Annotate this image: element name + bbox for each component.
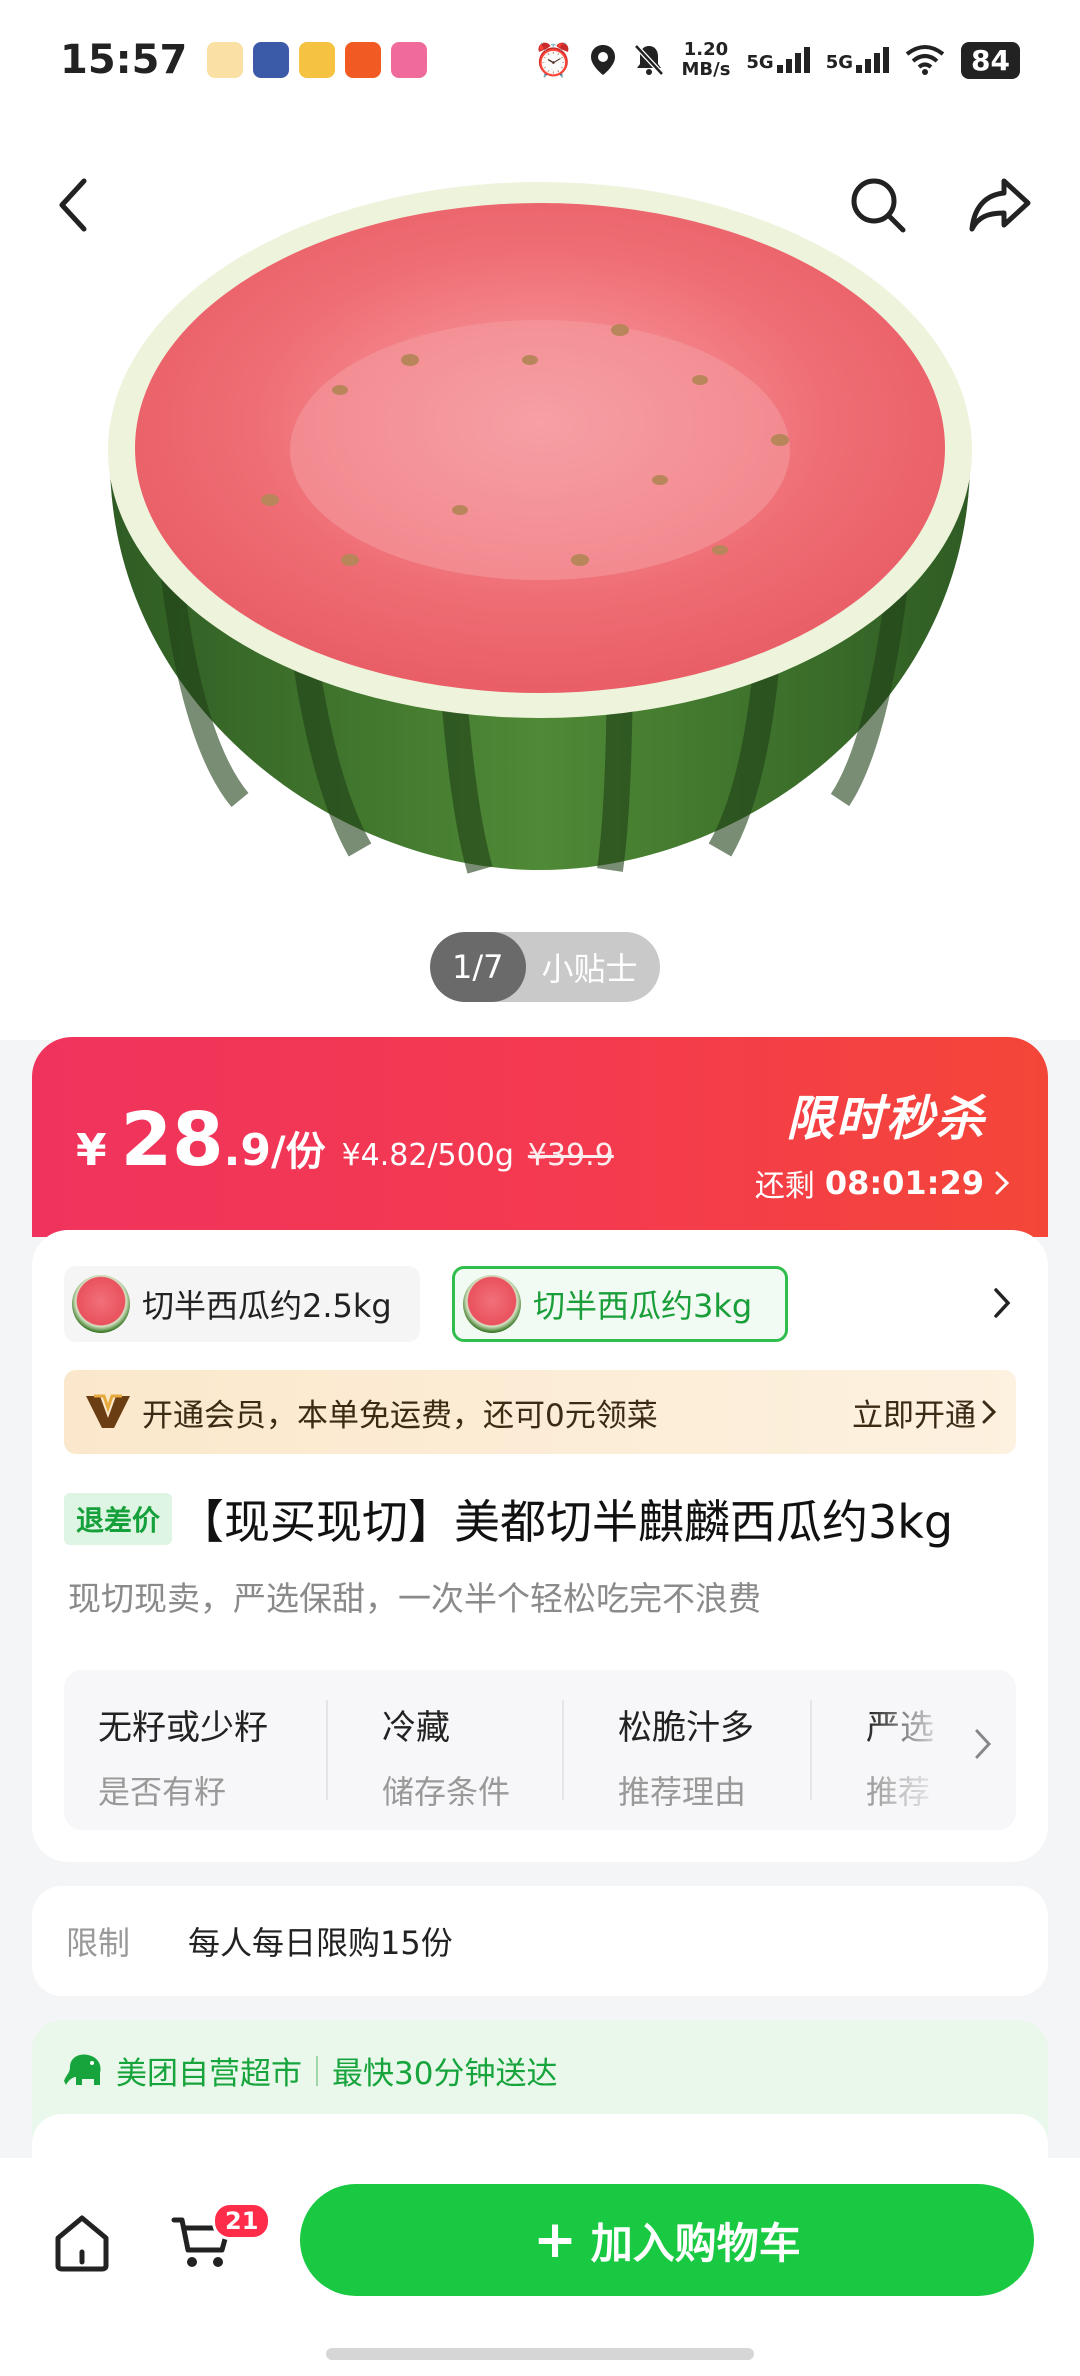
flash-sale-countdown[interactable]: 还剩 08:01:29 xyxy=(755,1161,1010,1205)
gesture-handle[interactable] xyxy=(326,2348,754,2360)
product-gallery[interactable]: 1/7 小贴士 xyxy=(0,120,1080,1040)
more-variants-button[interactable] xyxy=(992,1286,1012,1324)
variant-label: 切半西瓜约2.5kg xyxy=(142,1287,392,1325)
attribute-key: 推荐理由 xyxy=(618,1773,747,1811)
attribute-key: 储存条件 xyxy=(382,1773,511,1811)
watermelon-image xyxy=(108,182,972,874)
battery-indicator: 84 xyxy=(961,41,1020,79)
home-icon xyxy=(55,2215,109,2272)
refund-difference-badge: 退差价 xyxy=(64,1493,173,1545)
notification-icons xyxy=(207,42,428,78)
price-decimal: .9 xyxy=(223,1125,271,1176)
attribute-value: 松脆汁多 xyxy=(618,1708,754,1748)
mute-bell-icon xyxy=(634,44,665,76)
original-price: ¥39.9 xyxy=(527,1138,614,1173)
plus-icon: + xyxy=(533,2210,577,2270)
product-title-row: 退差价 【现买现切】美都切半麒麟西瓜约3kg xyxy=(64,1486,1024,1552)
attribute-item: 冷藏 储存条件 xyxy=(382,1700,510,1813)
chevron-right-icon xyxy=(995,1171,1010,1195)
variant-thumbnail xyxy=(72,1275,130,1333)
pager-count: 1/7 xyxy=(430,932,526,1002)
remaining-label: 还剩 xyxy=(754,1169,815,1204)
signal-1-label: 5G xyxy=(746,52,774,73)
gallery-pager[interactable]: 1/7 小贴士 xyxy=(430,932,660,1002)
cart-button[interactable]: 21 xyxy=(170,2202,272,2276)
chevron-right-icon xyxy=(975,1729,992,1759)
tips-button[interactable]: 小贴士 xyxy=(526,944,660,990)
network-speed: 1.20 MB/s xyxy=(681,40,730,80)
signal-bars-icon xyxy=(776,47,810,73)
variant-option-3kg[interactable]: 切半西瓜约3kg xyxy=(452,1266,788,1342)
location-icon xyxy=(591,45,616,75)
elephant-logo-icon xyxy=(64,2054,101,2085)
product-info-card: 切半西瓜约2.5kg 切半西瓜约3kg 开通会员，本单免运费，还可0元领菜 立即… xyxy=(32,1230,1048,1862)
price-unit: /份 xyxy=(270,1129,326,1175)
limit-text: 每人每日限购15份 xyxy=(188,1924,453,1962)
alarm-icon: ⏰ xyxy=(533,41,574,79)
membership-text: 开通会员，本单免运费，还可0元领菜 xyxy=(142,1397,658,1434)
more-attributes-button[interactable] xyxy=(974,1728,992,1764)
unit-price: ¥4.82/500g xyxy=(341,1138,514,1173)
attribute-value: 无籽或少籽 xyxy=(98,1708,268,1748)
signal-bars-icon xyxy=(856,47,890,73)
store-name: 美团自营超市 xyxy=(116,2056,302,2092)
attribute-value: 冷藏 xyxy=(382,1708,450,1748)
signal-1: 5G xyxy=(746,47,810,73)
cart-count-badge: 21 xyxy=(212,2202,272,2240)
attribute-item: 无籽或少籽 是否有籽 xyxy=(98,1700,268,1813)
membership-cta-label: 立即开通 xyxy=(852,1397,976,1434)
open-membership-button[interactable]: 立即开通 xyxy=(852,1390,996,1435)
chevron-right-icon xyxy=(982,1400,996,1424)
price-row: ¥ 28 .9 /份 ¥4.82/500g ¥39.9 xyxy=(76,1097,614,1183)
bilibili-app-icon xyxy=(391,42,428,78)
wifi-icon xyxy=(905,45,945,75)
variant-thumbnail xyxy=(463,1275,521,1333)
chevron-left-icon xyxy=(59,178,87,232)
status-bar: 15:57 ⏰ 1.20 MB/s 5G 5G 84 xyxy=(0,0,1080,120)
attribute-divider xyxy=(326,1700,328,1800)
flash-sale-banner: ¥ 28 .9 /份 ¥4.82/500g ¥39.9 限时秒杀 还剩 08:0… xyxy=(32,1037,1048,1237)
price-integer: 28 xyxy=(120,1097,224,1183)
attribute-divider xyxy=(810,1700,812,1800)
signal-2: 5G xyxy=(825,47,890,73)
product-title: 【现买现切】美都切半麒麟西瓜约3kg xyxy=(178,1495,954,1549)
system-status: ⏰ 1.20 MB/s 5G 5G 84 xyxy=(534,40,1020,80)
add-to-cart-label: 加入购物车 xyxy=(590,2218,801,2268)
product-subtitle: 现切现卖，严选保甜，一次半个轻松吃完不浪费 xyxy=(68,1579,761,1618)
product-attributes[interactable]: 无籽或少籽 是否有籽 冷藏 储存条件 松脆汁多 推荐理由 严选 推荐 xyxy=(64,1670,1016,1830)
add-to-cart-button[interactable]: + 加入购物车 xyxy=(300,2184,1034,2296)
attribute-item: 松脆汁多 推荐理由 xyxy=(618,1700,754,1813)
membership-logo-icon xyxy=(86,1394,130,1428)
chevron-right-icon xyxy=(994,1288,1011,1318)
weibo-app-icon xyxy=(299,42,336,78)
signal-2-label: 5G xyxy=(825,52,854,73)
store-separator xyxy=(316,2055,318,2086)
purchase-limit-card: 限制 每人每日限购15份 xyxy=(32,1886,1048,1996)
bottom-action-bar: 21 + 加入购物车 xyxy=(0,2158,1080,2376)
attribute-divider xyxy=(562,1700,564,1800)
delivery-time: 最快30分钟送达 xyxy=(332,2056,558,2092)
net-speed-value: 1.20 xyxy=(683,39,729,60)
taobao-app-icon xyxy=(345,42,382,78)
price-currency: ¥ xyxy=(76,1125,107,1176)
remaining-time: 08:01:29 xyxy=(824,1164,984,1202)
app-notification-icon xyxy=(207,42,244,78)
store-info-row: 美团自营超市 最快30分钟送达 xyxy=(62,2048,557,2093)
membership-banner[interactable]: 开通会员，本单免运费，还可0元领菜 立即开通 xyxy=(64,1370,1016,1454)
net-speed-unit: MB/s xyxy=(681,59,731,80)
limit-label: 限制 xyxy=(66,1924,131,1962)
variant-label: 切半西瓜约3kg xyxy=(533,1287,753,1325)
flash-sale-title: 限时秒杀 xyxy=(785,1091,986,1147)
attribute-key: 是否有籽 xyxy=(98,1773,227,1811)
aqara-app-icon xyxy=(253,42,290,78)
status-time: 15:57 xyxy=(60,37,188,83)
home-button[interactable] xyxy=(52,2214,112,2276)
variant-option-2-5kg[interactable]: 切半西瓜约2.5kg xyxy=(64,1266,420,1342)
attribute-fade xyxy=(866,1670,1016,1830)
